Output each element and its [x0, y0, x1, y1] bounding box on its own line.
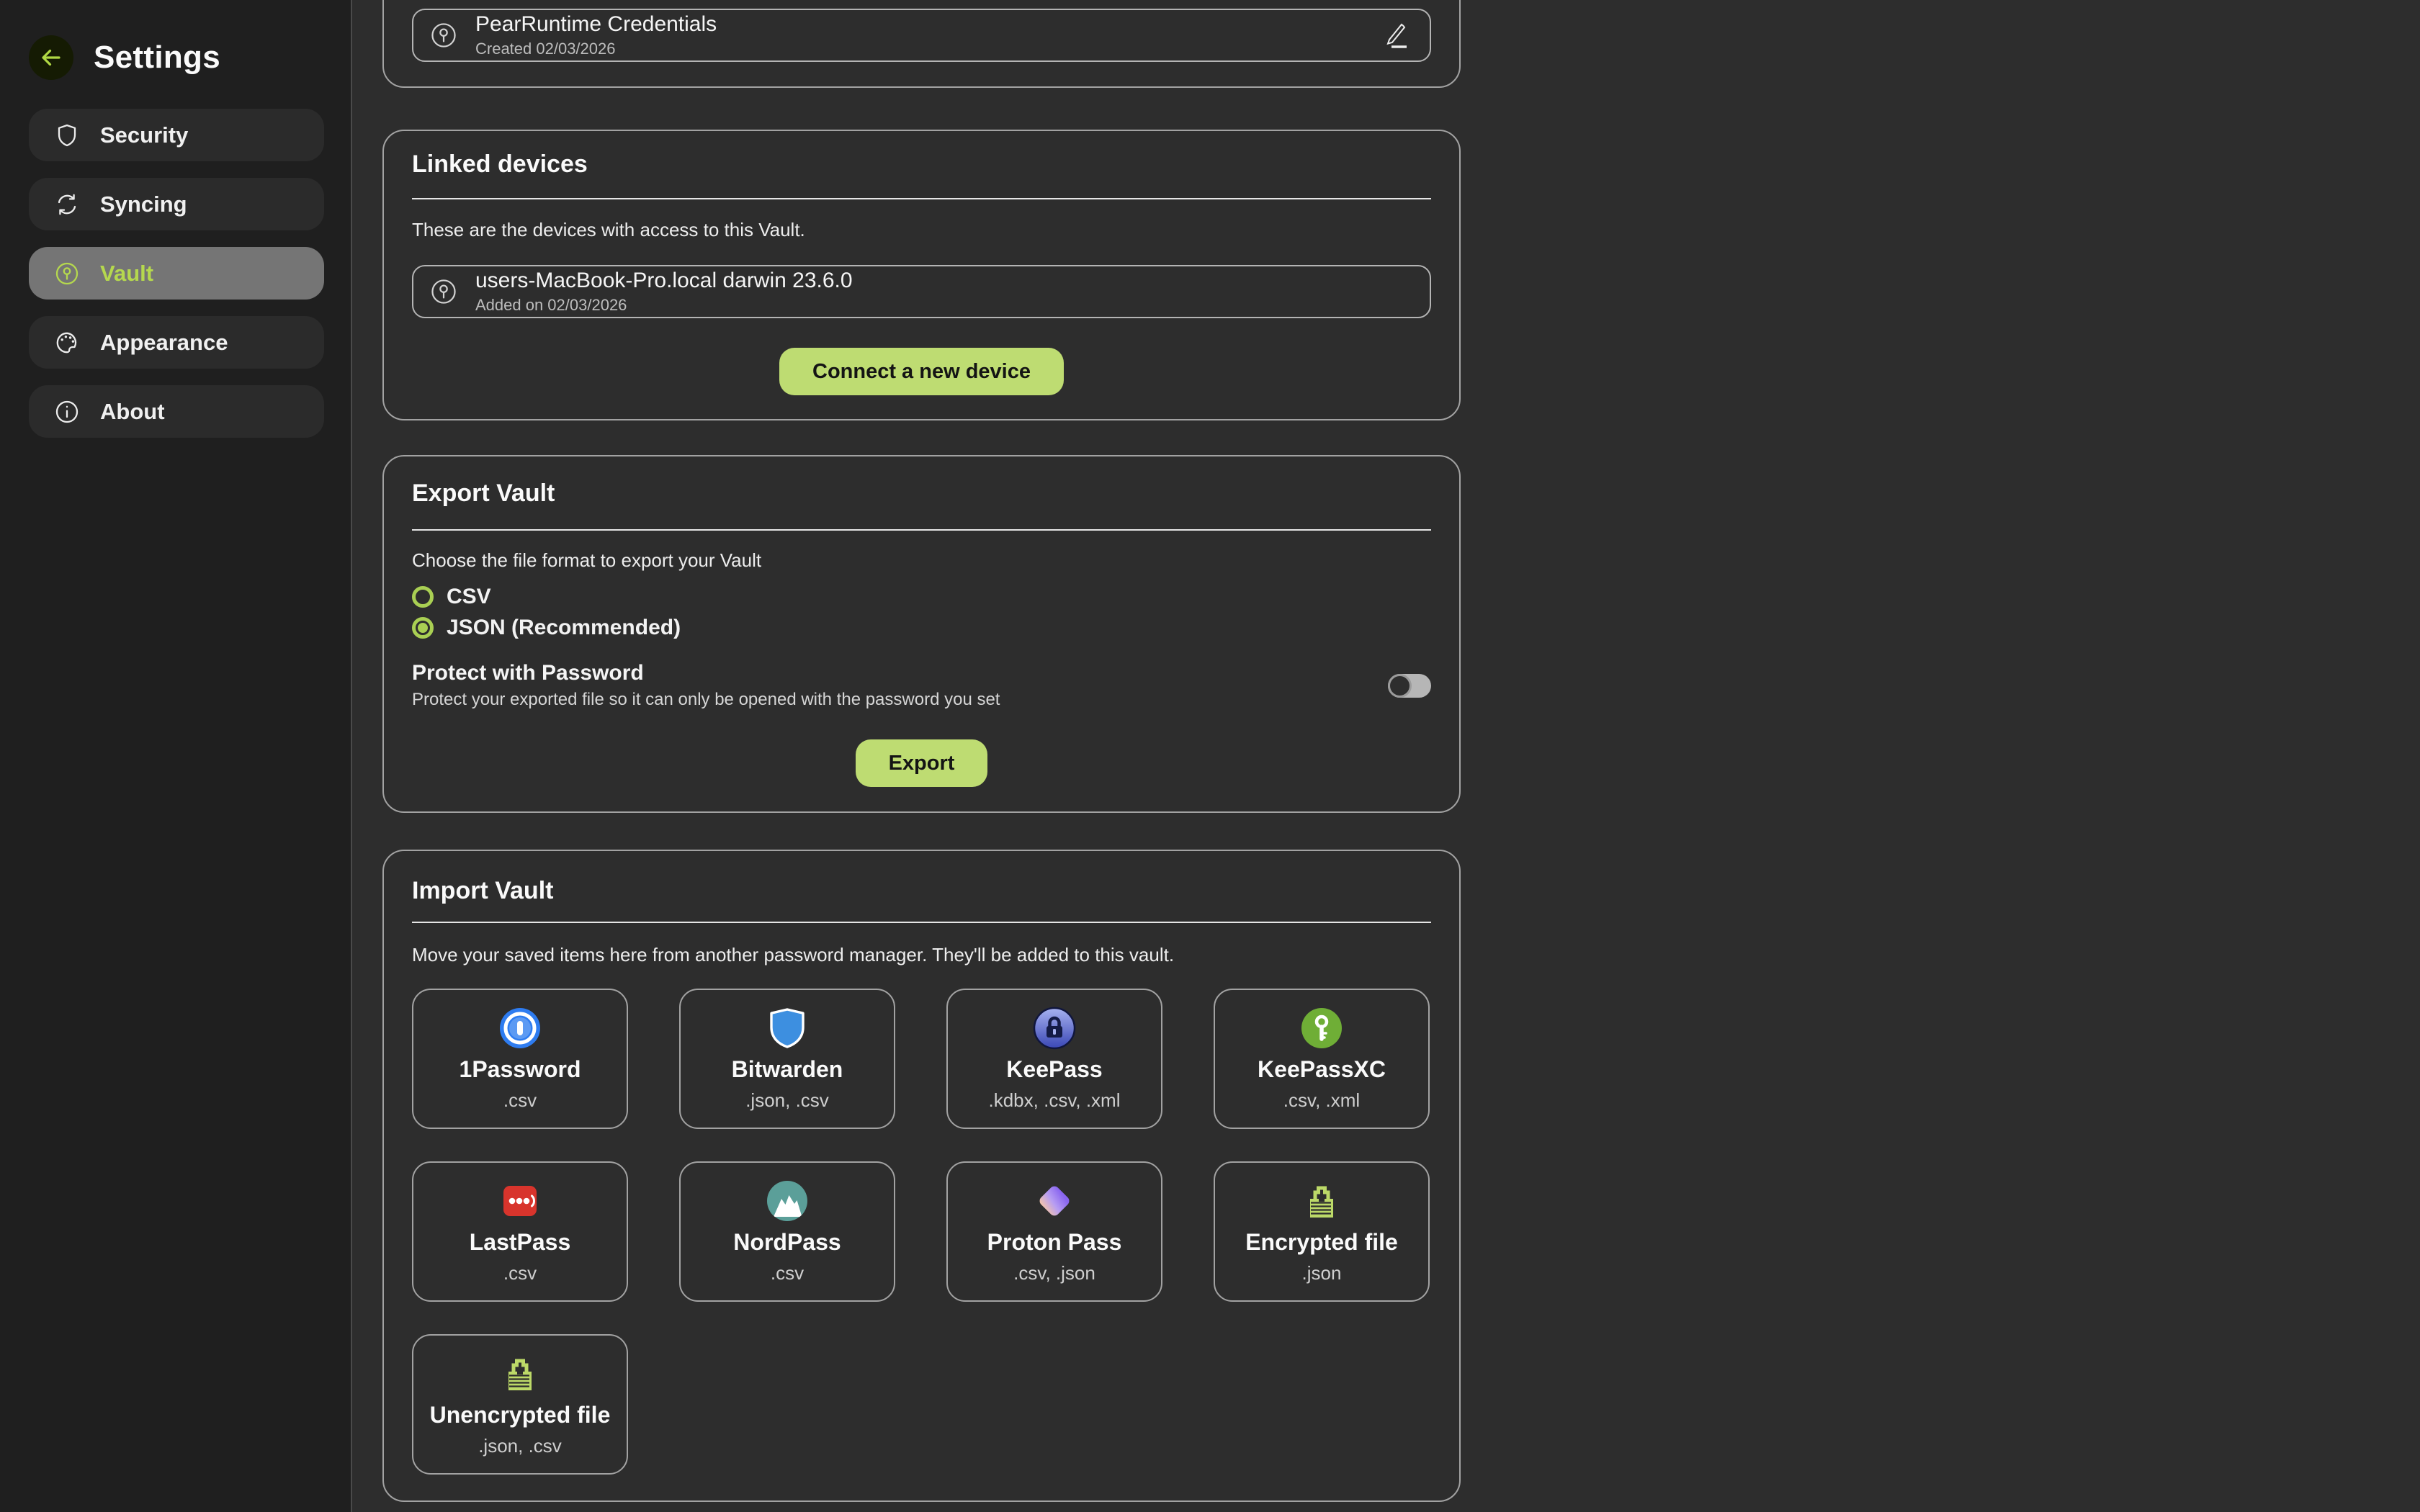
import-vault-title: Import Vault — [412, 851, 1431, 905]
sidebar-item-label: About — [100, 399, 165, 425]
edit-icon[interactable] — [1379, 19, 1411, 53]
sidebar-item-security[interactable]: Security — [29, 109, 324, 161]
sidebar: Settings Security Syncing — [0, 0, 352, 1512]
unencrypted-lock-icon — [498, 1351, 542, 1396]
import-tile-lastpass[interactable]: LastPass .csv — [412, 1161, 628, 1302]
export-button[interactable]: Export — [856, 739, 988, 787]
credential-row[interactable]: PearRuntime Credentials Created 02/03/20… — [412, 9, 1431, 62]
toggle-knob — [1388, 674, 1412, 698]
device-name: users-MacBook-Pro.local darwin 23.6.0 — [475, 269, 853, 294]
import-tile-encrypted-file[interactable]: Encrypted file .json — [1214, 1161, 1430, 1302]
bitwarden-icon — [766, 1006, 809, 1050]
1password-icon — [498, 1006, 542, 1050]
import-tile-keepassxc[interactable]: KeePassXC .csv, .xml — [1214, 989, 1430, 1129]
device-row[interactable]: users-MacBook-Pro.local darwin 23.6.0 Ad… — [412, 265, 1431, 318]
linked-devices-card: Linked devices These are the devices wit… — [382, 130, 1461, 420]
protect-with-password-row: Protect with Password Protect your expor… — [412, 661, 1431, 710]
import-tile-1password[interactable]: 1Password .csv — [412, 989, 628, 1129]
divider — [412, 922, 1431, 923]
keepass-icon — [1033, 1006, 1076, 1050]
protect-password-toggle[interactable] — [1388, 674, 1431, 698]
import-tile-bitwarden[interactable]: Bitwarden .json, .csv — [679, 989, 895, 1129]
sidebar-item-label: Appearance — [100, 330, 228, 356]
sidebar-nav: Security Syncing Vault — [29, 109, 351, 438]
export-vault-card: Export Vault Choose the file format to e… — [382, 455, 1461, 813]
settings-window: Settings Security Syncing — [0, 0, 2420, 1512]
back-button[interactable] — [29, 35, 73, 80]
sidebar-item-syncing[interactable]: Syncing — [29, 178, 324, 230]
arrow-left-icon — [39, 45, 63, 70]
sidebar-item-appearance[interactable]: Appearance — [29, 316, 324, 369]
credential-created: Created 02/03/2026 — [475, 40, 717, 58]
sidebar-item-label: Security — [100, 122, 188, 148]
sidebar-item-vault[interactable]: Vault — [29, 247, 324, 300]
linked-devices-description: These are the devices with access to thi… — [412, 219, 1431, 241]
import-tile-keepass[interactable]: KeePass .kdbx, .csv, .xml — [946, 989, 1162, 1129]
lastpass-icon — [498, 1179, 542, 1223]
radio-label: JSON (Recommended) — [447, 616, 681, 640]
key-icon — [429, 277, 458, 306]
nordpass-icon — [766, 1179, 809, 1223]
settings-content: PearRuntime Credentials Created 02/03/20… — [352, 0, 2420, 1512]
radio-option-csv[interactable]: CSV — [412, 585, 491, 609]
export-vault-title: Export Vault — [412, 456, 1431, 508]
import-tile-unencrypted-file[interactable]: Unencrypted file .json, .csv — [412, 1334, 628, 1475]
protect-password-description: Protect your exported file so it can onl… — [412, 690, 1000, 710]
radio-option-json[interactable]: JSON (Recommended) — [412, 616, 681, 640]
palette-icon — [53, 330, 81, 356]
sidebar-item-label: Vault — [100, 261, 153, 287]
credentials-card: PearRuntime Credentials Created 02/03/20… — [382, 0, 1461, 88]
radio-label: CSV — [447, 585, 491, 609]
encrypted-lock-icon — [1300, 1179, 1343, 1223]
device-added: Added on 02/03/2026 — [475, 296, 853, 315]
info-icon — [53, 399, 81, 425]
radio-icon[interactable] — [412, 617, 434, 639]
protect-password-title: Protect with Password — [412, 661, 1000, 685]
connect-device-button[interactable]: Connect a new device — [779, 348, 1064, 395]
import-vault-card: Import Vault Move your saved items here … — [382, 850, 1461, 1502]
sidebar-item-about[interactable]: About — [29, 385, 324, 438]
credential-name: PearRuntime Credentials — [475, 12, 717, 37]
linked-devices-title: Linked devices — [412, 131, 1431, 179]
protonpass-icon — [1033, 1179, 1076, 1223]
keepassxc-icon — [1300, 1006, 1343, 1050]
import-sources-grid: 1Password .csv Bitwarden .json, .csv — [412, 989, 1431, 1475]
sync-icon — [53, 192, 81, 217]
radio-icon[interactable] — [412, 586, 434, 608]
sidebar-header: Settings — [29, 35, 351, 80]
shield-icon — [53, 122, 81, 148]
import-tile-protonpass[interactable]: Proton Pass .csv, .json — [946, 1161, 1162, 1302]
divider — [412, 529, 1431, 531]
sidebar-item-label: Syncing — [100, 192, 187, 217]
vault-key-icon — [53, 261, 81, 287]
export-format-label: Choose the file format to export your Va… — [412, 549, 1431, 572]
divider — [412, 198, 1431, 199]
import-vault-description: Move your saved items here from another … — [412, 944, 1431, 966]
import-tile-nordpass[interactable]: NordPass .csv — [679, 1161, 895, 1302]
page-title: Settings — [94, 40, 220, 76]
key-icon — [429, 21, 458, 50]
